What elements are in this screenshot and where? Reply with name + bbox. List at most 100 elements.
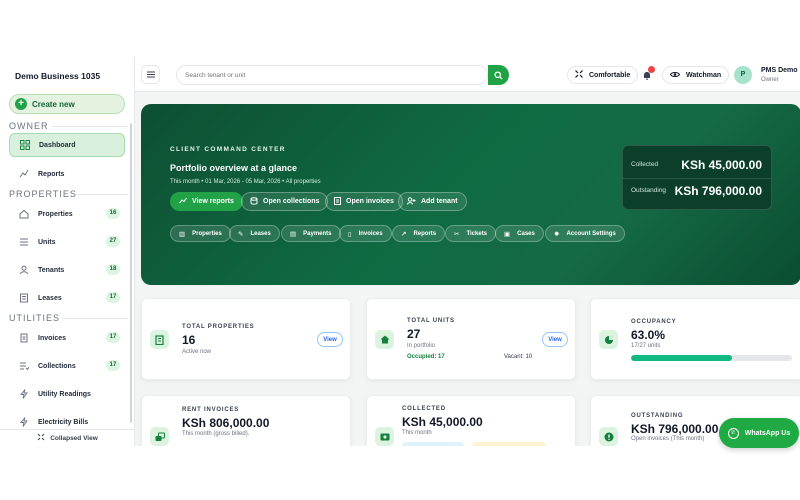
view-units-button[interactable]: View	[542, 332, 568, 347]
coins-icon	[250, 196, 258, 207]
expand-icon	[575, 70, 583, 80]
add-tenant-button[interactable]: Add tenant	[398, 192, 467, 211]
user-name: PMS Demo	[761, 67, 798, 74]
chip-label: Invoices	[358, 230, 383, 237]
business-name: Demo Business 1035	[15, 71, 101, 81]
collections-icon	[18, 361, 29, 372]
add-user-icon	[407, 196, 416, 207]
sidebar-item-label: Properties	[38, 210, 73, 218]
sidebar-item-label: Electricity Bills	[38, 418, 89, 426]
quick-link-cases[interactable]: ▣ Cases	[495, 225, 544, 242]
card-sub: This month	[402, 430, 432, 436]
total-units-card: TOTAL UNITS 27 In portfolio Occupied: 17…	[366, 298, 576, 380]
create-new-button[interactable]: + Create new	[9, 94, 125, 114]
open-collections-button[interactable]: Open collections	[241, 192, 329, 211]
chip-label: Cases	[517, 230, 535, 237]
quick-link-tickets[interactable]: ✂ Tickets	[445, 225, 497, 242]
sidebar-item-label: Invoices	[38, 334, 67, 342]
sidebar-item-tenants[interactable]: Tenants 18	[9, 258, 125, 282]
view-properties-button[interactable]: View	[317, 332, 343, 347]
hero-subtitle: This month • 01 Mar, 2026 - 05 Mar, 2026…	[170, 179, 321, 185]
whatsapp-button[interactable]: ✆ WhatsApp Us	[719, 418, 799, 448]
occupied-count: Occupied: 17	[407, 354, 445, 360]
card-value: KSh 796,000.00	[631, 422, 719, 436]
quick-link-account-settings[interactable]: ✹ Account Settings	[545, 225, 625, 242]
building-icon: ▥	[179, 230, 186, 238]
sidebar-item-leases[interactable]: Leases 17	[9, 286, 125, 310]
outstanding-label: Outstanding	[631, 187, 667, 194]
section-utilities: UTILITIES	[9, 313, 61, 323]
sidebar-item-units[interactable]: Units 27	[9, 230, 125, 254]
sidebar-item-properties[interactable]: Properties 16	[9, 202, 125, 226]
sidebar: Demo Business 1035 + Create new OWNER Da…	[0, 57, 135, 446]
cash-icon	[375, 427, 394, 446]
search-input[interactable]	[185, 69, 475, 82]
quick-link-leases[interactable]: ✎ Leases	[229, 225, 280, 242]
sidebar-item-label: Collections	[38, 362, 76, 370]
invoice-icon	[18, 333, 29, 344]
sidebar-item-label: Reports	[38, 170, 65, 178]
watchman-label: Watchman	[686, 71, 722, 79]
occupancy-card: OCCUPANCY 63.0% 17/27 units	[590, 298, 800, 380]
sidebar-scrollbar[interactable]	[130, 123, 132, 423]
search-button[interactable]	[488, 65, 509, 85]
signature-icon: ✎	[238, 230, 244, 238]
chip-label: Properties	[192, 230, 222, 237]
quick-link-payments[interactable]: ▤ Payments	[281, 225, 341, 242]
sidebar-item-label: Leases	[38, 294, 62, 302]
list-icon	[18, 237, 29, 248]
card-sub: This month (gross billed).	[182, 431, 250, 437]
menu-toggle-button[interactable]	[141, 65, 160, 84]
count-badge: 27	[106, 236, 120, 247]
vacant-count: Vacant: 10	[504, 354, 533, 360]
collected-value: KSh 45,000.00	[681, 158, 762, 172]
sidebar-item-dashboard[interactable]: Dashboard	[9, 133, 125, 157]
pie-chart-icon	[599, 330, 618, 349]
button-label: View reports	[192, 198, 234, 205]
gear-icon: ✹	[554, 230, 560, 238]
chart-icon: ↗	[401, 230, 407, 238]
hero-summary-panel: Collected KSh 45,000.00 Outstanding KSh …	[622, 145, 772, 210]
outstanding-value: KSh 796,000.00	[674, 184, 762, 198]
receipt-icon: ▤	[290, 230, 297, 238]
sidebar-item-invoices[interactable]: Invoices 17	[9, 326, 125, 350]
create-new-label: Create new	[32, 99, 75, 109]
notification-dot	[648, 66, 655, 73]
reports-icon	[18, 169, 29, 180]
sidebar-item-label: Units	[38, 238, 56, 246]
quick-link-properties[interactable]: ▥ Properties	[170, 225, 231, 242]
sidebar-item-collections[interactable]: Collections 17	[9, 354, 125, 378]
collapse-icon	[37, 433, 45, 443]
card-sub: Open invoices (This month)	[631, 436, 705, 442]
occupancy-progress-bar	[631, 355, 792, 361]
alert-icon	[599, 427, 618, 446]
whatsapp-label: WhatsApp Us	[744, 429, 791, 437]
sidebar-item-label: Tenants	[38, 266, 65, 274]
quick-link-invoices[interactable]: ▯ Invoices	[339, 225, 392, 242]
watchman-button[interactable]: Watchman	[662, 66, 730, 84]
button-label: Add tenant	[421, 198, 458, 205]
density-toggle-button[interactable]: Comfortable	[567, 66, 639, 84]
collapsed-view-toggle[interactable]: Collapsed View	[0, 429, 134, 446]
card-sub: Active now	[182, 349, 212, 355]
chip-label: Tickets	[466, 230, 488, 237]
quick-link-reports[interactable]: ↗ Reports	[392, 225, 446, 242]
divider	[52, 126, 128, 127]
chip-label: Reports	[413, 230, 437, 237]
notifications-button[interactable]	[640, 66, 655, 82]
chip-label: Payments	[303, 230, 332, 237]
sidebar-item-utility-readings[interactable]: Utility Readings	[9, 382, 125, 406]
bolt-icon	[18, 417, 29, 428]
view-reports-button[interactable]: View reports	[170, 192, 243, 211]
occupancy-progress-fill	[631, 355, 733, 361]
sidebar-item-reports[interactable]: Reports	[9, 162, 125, 186]
card-label: COLLECTED	[402, 406, 446, 412]
money-icon	[150, 427, 169, 446]
card-label: OUTSTANDING	[631, 413, 684, 419]
button-label: Open collections	[263, 198, 320, 205]
chip-label: Leases	[250, 230, 271, 237]
avatar[interactable]: P	[734, 66, 752, 84]
dashboard-icon	[19, 140, 30, 151]
open-invoices-button[interactable]: Open invoices	[325, 192, 403, 211]
card-sub: In portfolio	[407, 343, 436, 349]
